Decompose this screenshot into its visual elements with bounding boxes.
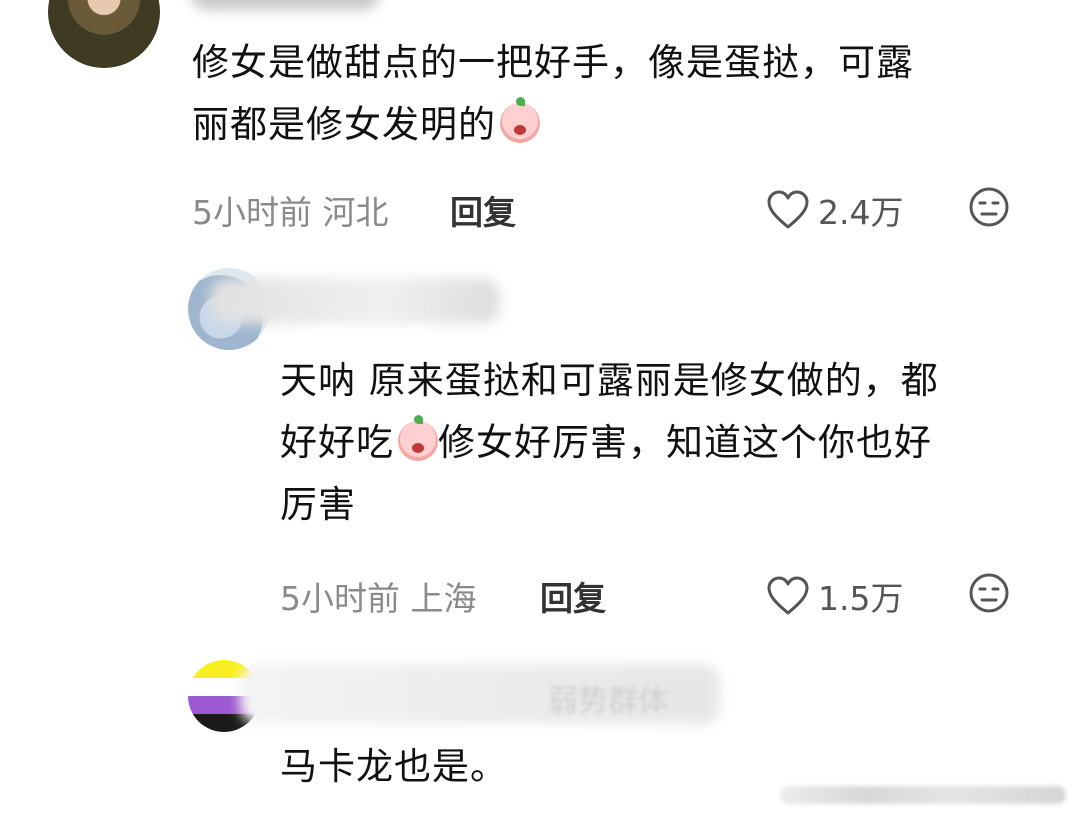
comment-time: 5小时前 — [192, 193, 312, 232]
like-button[interactable]: 1.5万 — [766, 572, 903, 620]
reply-button[interactable]: 回复 — [540, 572, 606, 620]
username-blurred[interactable] — [210, 278, 500, 324]
avatar[interactable] — [48, 0, 160, 68]
comment-line: 厉害 — [280, 483, 356, 526]
reply-button[interactable]: 回复 — [450, 186, 516, 234]
comment-meta: 5小时前 河北 — [192, 186, 389, 234]
comment-line: 修女是做甜点的一把好手，像是蛋挞，可露 — [192, 41, 914, 84]
comment-meta: 5小时前 上海 — [280, 572, 477, 620]
watermark — [780, 786, 1066, 804]
comment-line: 好好吃 修女好厉害，知道这个你也好 — [280, 415, 932, 464]
heart-outline-icon — [767, 190, 809, 229]
comment-line: 天呐 原来蛋挞和可露丽是修女做的，都 — [280, 359, 939, 402]
neutral-face-icon[interactable] — [968, 186, 1010, 228]
username-tail[interactable]: 弱势群体 — [548, 676, 668, 720]
username-blurred[interactable] — [190, 0, 380, 10]
like-count: 1.5万 — [818, 579, 904, 618]
peach-emoji-icon — [398, 415, 438, 461]
like-count: 2.4万 — [818, 193, 904, 232]
comment-text: 修女是做甜点的一把好手，像是蛋挞，可露 丽都是修女发明的 — [192, 32, 1052, 156]
comment-location: 河北 — [322, 193, 389, 232]
neutral-face-icon[interactable] — [968, 572, 1010, 614]
comment-text: 天呐 原来蛋挞和可露丽是修女做的，都 好好吃 修女好厉害，知道这个你也好 厉害 — [280, 350, 1060, 536]
comment-time: 5小时前 — [280, 579, 400, 618]
heart-outline-icon — [767, 576, 809, 615]
like-button[interactable]: 2.4万 — [766, 186, 903, 234]
comment-line: 丽都是修女发明的 — [192, 94, 1052, 156]
comment-location: 上海 — [410, 579, 477, 618]
peach-emoji-icon — [500, 97, 540, 143]
